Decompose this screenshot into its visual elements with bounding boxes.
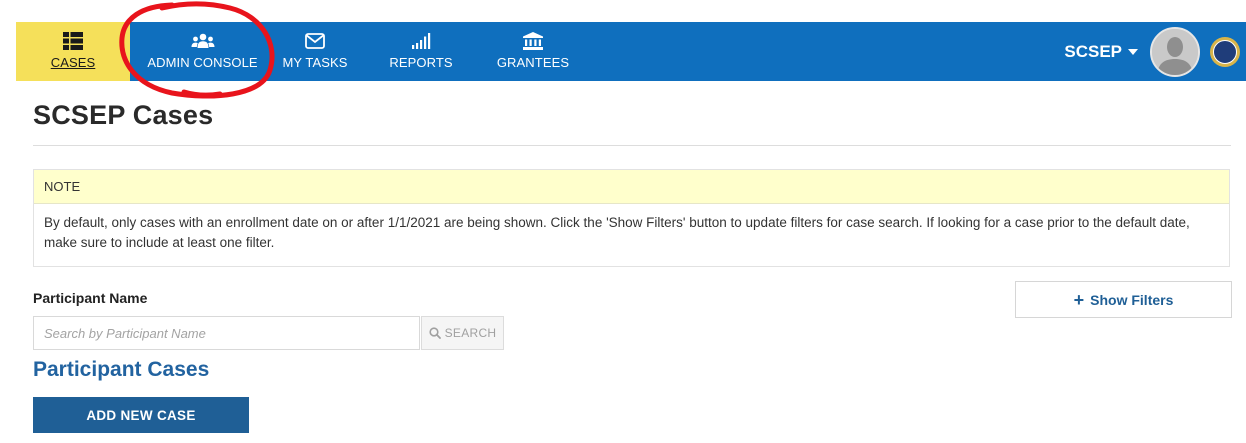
nav-item-label: REPORTS <box>389 55 453 70</box>
title-divider <box>33 145 1231 146</box>
user-menu-dropdown[interactable]: SCSEP <box>1064 42 1138 62</box>
user-silhouette-icon <box>1152 28 1198 75</box>
nav-item-cases[interactable]: CASES <box>16 22 130 81</box>
search-button-label: SEARCH <box>444 326 497 340</box>
top-navbar: CASES ADMIN CONSOLE MY TASKS REPORTS GRA… <box>16 22 1246 81</box>
nav-item-admin-console[interactable]: ADMIN CONSOLE <box>130 22 275 81</box>
search-icon <box>428 327 441 339</box>
nav-item-label: CASES <box>50 55 96 70</box>
show-filters-label: Show Filters <box>1090 291 1174 308</box>
participant-search-input[interactable] <box>33 316 420 350</box>
nav-item-label: MY TASKS <box>282 55 348 70</box>
note-body: By default, only cases with an enrollmen… <box>44 215 1190 250</box>
users-icon <box>191 30 215 52</box>
seal-inner <box>1213 39 1237 64</box>
list-icon <box>63 30 83 52</box>
avatar[interactable] <box>1150 26 1200 77</box>
participant-name-label: Participant Name <box>33 290 148 306</box>
nav-item-label: GRANTEES <box>496 55 570 70</box>
note-box: NOTE By default, only cases with an enro… <box>33 169 1230 267</box>
nav-item-label: ADMIN CONSOLE <box>147 55 258 70</box>
envelope-icon <box>305 30 325 52</box>
agency-seal-logo <box>1210 36 1240 67</box>
nav-item-grantees[interactable]: GRANTEES <box>488 22 578 81</box>
participant-cases-heading: Participant Cases <box>33 358 210 381</box>
note-heading: NOTE <box>34 170 1229 204</box>
show-filters-button[interactable]: + Show Filters <box>1015 281 1232 318</box>
user-menu-label: SCSEP <box>1064 41 1122 61</box>
nav-right-group: SCSEP <box>1064 22 1246 81</box>
search-button[interactable]: SEARCH <box>421 316 504 350</box>
add-new-case-button[interactable]: ADD NEW CASE <box>33 397 249 433</box>
signal-bars-icon <box>411 30 431 52</box>
nav-item-my-tasks[interactable]: MY TASKS <box>275 22 355 81</box>
plus-icon: + <box>1073 289 1085 310</box>
page-title: SCSEP Cases <box>33 100 214 130</box>
bank-icon <box>523 30 543 52</box>
nav-item-reports[interactable]: REPORTS <box>386 22 456 81</box>
caret-down-icon <box>1128 48 1138 55</box>
